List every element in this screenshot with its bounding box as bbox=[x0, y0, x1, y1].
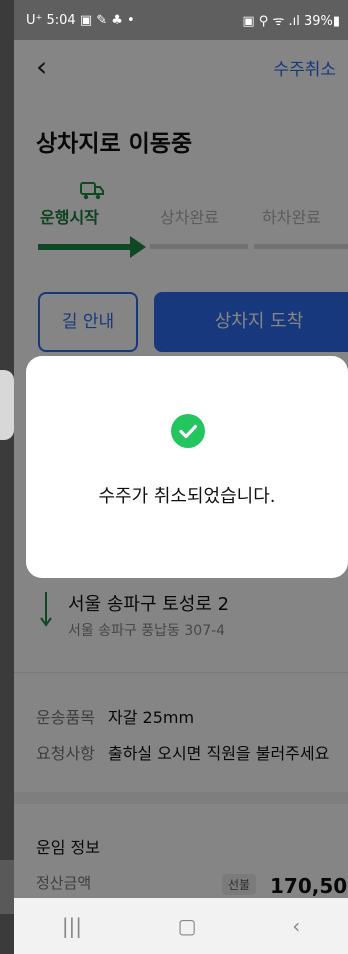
cancel-confirmation-dialog[interactable]: 수주가 취소되었습니다. bbox=[26, 356, 348, 578]
recent-apps-button[interactable]: ||| bbox=[62, 914, 82, 938]
home-button[interactable]: ▢ bbox=[178, 914, 197, 938]
status-bar: U⁺ 5:04 ▣ ✎ ♣ • ▣ ⚲ ᯤ .ıl 39%▮ bbox=[14, 0, 348, 40]
status-right: ▣ ⚲ ᯤ .ıl 39%▮ bbox=[242, 14, 340, 29]
system-nav-bar: ||| ▢ ‹ bbox=[14, 898, 348, 954]
back-button[interactable]: ‹ bbox=[292, 914, 300, 938]
background-card bbox=[0, 370, 14, 440]
dialog-message: 수주가 취소되었습니다. bbox=[98, 486, 276, 507]
background-app-strip bbox=[0, 0, 14, 954]
status-left: U⁺ 5:04 ▣ ✎ ♣ • bbox=[26, 12, 135, 28]
background-card-bottom bbox=[0, 860, 14, 914]
check-circle-icon bbox=[171, 414, 205, 448]
